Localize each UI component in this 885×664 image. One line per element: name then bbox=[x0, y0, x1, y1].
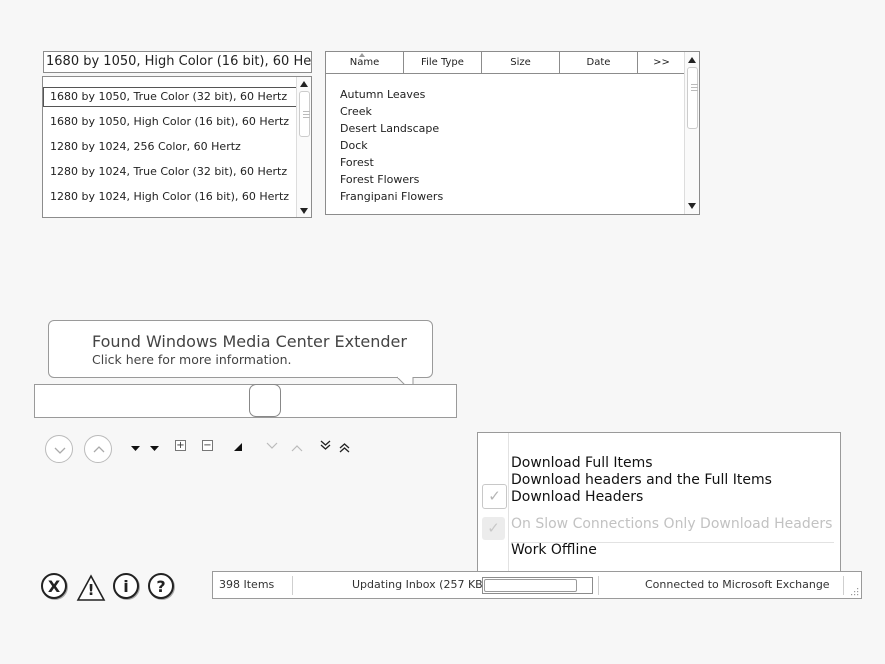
file-list-view[interactable]: Name File Type Size Date >> Autumn Leave… bbox=[325, 51, 700, 215]
sort-ascending-icon bbox=[359, 53, 365, 57]
scroll-up-icon[interactable] bbox=[300, 81, 308, 87]
chevron-down-icon[interactable] bbox=[266, 442, 278, 450]
double-chevron-down-icon[interactable] bbox=[320, 440, 331, 451]
menu-item-download-headers[interactable]: Download Headers bbox=[511, 489, 643, 505]
resolution-combo-field[interactable]: 1680 by 1050, High Color (16 bit), 60 He… bbox=[43, 51, 312, 73]
status-item-count: 398 Items bbox=[219, 578, 275, 591]
column-header-date[interactable]: Date bbox=[560, 52, 638, 73]
collapse-minus-icon[interactable]: − bbox=[202, 440, 213, 451]
grip-icon bbox=[691, 84, 698, 85]
status-progress-label: Updating Inbox (257 KB) bbox=[352, 578, 488, 591]
menu-item-work-offline[interactable]: Work Offline bbox=[511, 542, 597, 558]
grip-icon bbox=[691, 87, 698, 88]
menu-item-download-full-items[interactable]: Download Full Items bbox=[511, 455, 653, 471]
scroll-down-icon[interactable] bbox=[688, 203, 696, 209]
list-item[interactable]: 1280 by 1024, True Color (32 bit), 60 He… bbox=[43, 162, 299, 182]
chevron-up-icon[interactable] bbox=[291, 444, 303, 452]
scroll-down-icon[interactable] bbox=[300, 208, 308, 214]
balloon-body[interactable]: Click here for more information. bbox=[92, 352, 292, 367]
scroll-thumb[interactable] bbox=[687, 67, 698, 129]
warning-mark: ! bbox=[87, 581, 95, 599]
error-icon: X bbox=[41, 573, 67, 599]
notification-balloon[interactable]: Found Windows Media Center Extender Clic… bbox=[48, 320, 433, 378]
grip-icon bbox=[303, 111, 310, 112]
status-bar: 398 Items Updating Inbox (257 KB) Connec… bbox=[212, 571, 862, 599]
download-options-menu[interactable]: Download Full Items Download headers and… bbox=[477, 432, 841, 572]
expand-down-button[interactable] bbox=[45, 435, 73, 463]
column-label: Name bbox=[349, 57, 380, 68]
grip-icon bbox=[691, 90, 698, 91]
menu-item-download-headers-and-full-items[interactable]: Download headers and the Full Items bbox=[511, 472, 772, 488]
check-icon: ✓ bbox=[482, 484, 507, 509]
column-overflow-button[interactable]: >> bbox=[638, 52, 686, 73]
status-connection: Connected to Microsoft Exchange bbox=[645, 578, 830, 591]
list-header: Name File Type Size Date >> bbox=[326, 52, 686, 74]
collapse-up-button[interactable] bbox=[84, 435, 112, 463]
list-item[interactable]: 1680 by 1050, True Color (32 bit), 60 He… bbox=[43, 87, 299, 107]
resize-corner-icon bbox=[234, 443, 242, 451]
slider-track[interactable] bbox=[34, 384, 457, 418]
list-item[interactable]: Frangipani Flowers bbox=[340, 188, 443, 205]
vertical-scrollbar[interactable] bbox=[684, 52, 699, 214]
question-icon: ? bbox=[148, 573, 174, 599]
check-icon: ✓ bbox=[482, 517, 505, 540]
list-item[interactable]: 1680 by 1050, High Color (16 bit), 60 He… bbox=[43, 112, 299, 132]
chevron-down-icon bbox=[54, 447, 66, 454]
balloon-title: Found Windows Media Center Extender bbox=[92, 332, 407, 351]
info-icon: i bbox=[113, 573, 139, 599]
chevron-up-icon bbox=[93, 446, 105, 453]
list-item[interactable]: Forest bbox=[340, 154, 374, 171]
vertical-scrollbar[interactable] bbox=[296, 77, 311, 217]
status-progress-bar bbox=[482, 577, 593, 594]
grip-icon bbox=[303, 117, 310, 118]
menu-gutter bbox=[508, 433, 509, 571]
resolution-dropdown-list[interactable]: 1680 by 1050, True Color (32 bit), 60 He… bbox=[42, 76, 312, 218]
dropdown-arrows-icon[interactable] bbox=[130, 444, 162, 454]
scroll-thumb[interactable] bbox=[299, 91, 310, 137]
column-header-file-type[interactable]: File Type bbox=[404, 52, 482, 73]
column-header-size[interactable]: Size bbox=[482, 52, 560, 73]
list-item[interactable]: Creek bbox=[340, 103, 372, 120]
list-item[interactable]: Dock bbox=[340, 137, 368, 154]
slider-thumb[interactable] bbox=[249, 384, 281, 417]
list-item[interactable]: Autumn Leaves bbox=[340, 86, 425, 103]
double-chevron-up-icon[interactable] bbox=[339, 442, 350, 453]
warning-icon: ! bbox=[76, 574, 106, 602]
list-item[interactable]: 1280 by 1024, High Color (16 bit), 60 He… bbox=[43, 187, 299, 207]
expand-plus-icon[interactable]: + bbox=[175, 440, 186, 451]
column-header-name[interactable]: Name bbox=[326, 52, 404, 73]
menu-item-slow-connections: On Slow Connections Only Download Header… bbox=[511, 516, 833, 532]
scroll-up-icon[interactable] bbox=[688, 57, 696, 63]
grip-icon bbox=[303, 114, 310, 115]
status-divider bbox=[292, 576, 293, 595]
resize-grip-icon[interactable] bbox=[849, 586, 859, 596]
list-item[interactable]: Desert Landscape bbox=[340, 120, 439, 137]
status-divider bbox=[843, 576, 844, 595]
status-divider bbox=[598, 576, 599, 595]
list-item[interactable]: Forest Flowers bbox=[340, 171, 419, 188]
list-item[interactable]: 1280 by 1024, 256 Color, 60 Hertz bbox=[43, 137, 299, 157]
status-progress-fill bbox=[484, 579, 577, 592]
